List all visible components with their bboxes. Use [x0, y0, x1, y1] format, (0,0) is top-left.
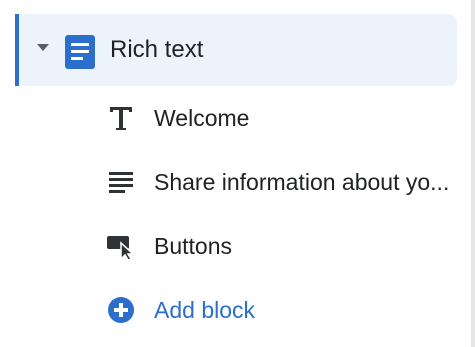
block-item-buttons[interactable]: Buttons [106, 226, 461, 266]
section-rich-text[interactable]: Rich text [15, 14, 457, 86]
active-indicator [15, 14, 19, 86]
section-title: Rich text [110, 36, 204, 63]
block-item-paragraph[interactable]: Share information about yo... [106, 162, 461, 202]
block-item-welcome[interactable]: Welcome [106, 98, 461, 138]
add-block-label: Add block [154, 297, 256, 323]
button-cursor-icon [106, 231, 136, 261]
paragraph-lines-icon [106, 167, 136, 197]
block-label: Welcome [154, 105, 250, 131]
plus-circle-icon [106, 295, 136, 325]
heading-t-icon [106, 103, 136, 133]
text-document-icon [65, 35, 95, 69]
panel-divider [471, 0, 475, 347]
block-label: Buttons [154, 233, 232, 259]
add-block-button[interactable]: Add block [106, 290, 461, 330]
block-label: Share information about yo... [154, 169, 450, 195]
sections-panel: Rich text Welcome Share information abou… [0, 0, 475, 347]
caret-down-icon[interactable] [37, 44, 49, 51]
